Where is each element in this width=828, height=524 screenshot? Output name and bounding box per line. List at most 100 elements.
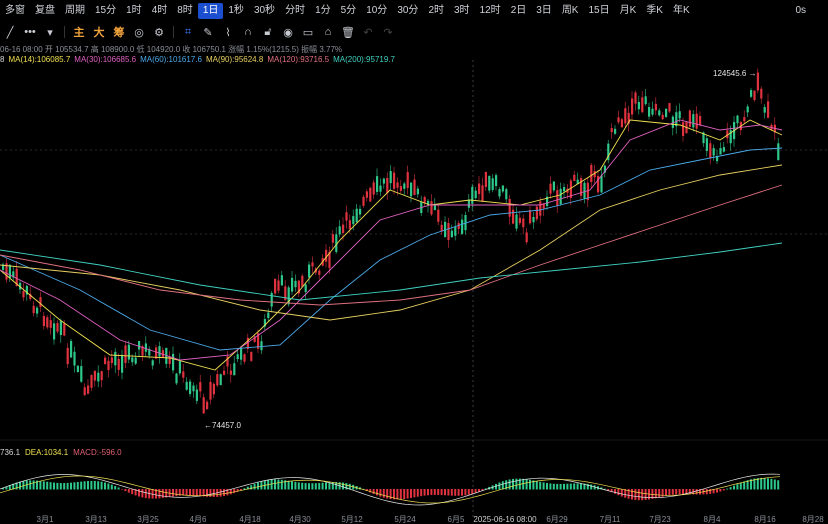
macd-bar: [185, 489, 188, 496]
candle-body: [240, 347, 243, 360]
candle-body: [233, 363, 236, 376]
macd-bar: [556, 483, 559, 490]
candle-body: [372, 182, 375, 195]
macd-bar: [668, 489, 671, 496]
macd-bar: [209, 489, 212, 497]
candle-body: [454, 227, 457, 236]
candle-body: [763, 107, 766, 113]
candle-body: [90, 375, 93, 388]
candle-body: [386, 177, 389, 194]
ma120-line: [0, 184, 783, 306]
macd-bar: [100, 481, 103, 490]
macd-bar: [515, 478, 518, 490]
macd-bar: [726, 488, 729, 490]
macd-bar: [294, 481, 297, 490]
macd-bar: [535, 481, 538, 490]
candle-body: [87, 385, 90, 394]
macd-bar: [121, 489, 123, 490]
candle-body: [678, 111, 681, 119]
macd-bar: [144, 489, 147, 499]
candle-body: [311, 262, 314, 267]
candle-body: [63, 323, 66, 336]
candle-body: [474, 190, 477, 199]
candle-body: [614, 128, 617, 134]
macd-bar: [542, 482, 545, 490]
macd-bar: [427, 489, 429, 496]
macd-bar: [260, 481, 263, 490]
candle-body: [505, 189, 508, 200]
candle-body: [138, 341, 141, 350]
macd-bar: [444, 489, 446, 496]
candle-body: [488, 176, 491, 191]
x-axis-label: 7月23: [649, 515, 671, 524]
candle-body: [498, 189, 501, 197]
candle-body: [308, 264, 311, 278]
macd-bar: [70, 482, 72, 490]
candle-body: [413, 179, 416, 195]
candle-body: [236, 354, 239, 360]
x-axis-label: 8月28: [802, 515, 824, 524]
candle-body: [461, 219, 464, 234]
candle-body: [756, 72, 759, 91]
candle-body: [559, 188, 562, 205]
x-axis-label: 4月30: [289, 515, 311, 524]
candle-body: [345, 212, 348, 221]
candle-body: [110, 357, 113, 364]
candle-body: [661, 114, 664, 120]
candle-body: [46, 317, 49, 328]
macd-bar: [709, 489, 712, 494]
candle-body: [172, 353, 175, 371]
x-axis-label: 2025-06-16 08:00: [473, 515, 537, 524]
macd-bar: [569, 483, 572, 490]
candle-body: [219, 374, 222, 386]
candle-body: [590, 164, 593, 183]
macd-bar: [46, 481, 49, 490]
candle-body: [114, 351, 117, 366]
candle-body: [743, 117, 746, 122]
macd-bar: [430, 489, 433, 496]
candle-body: [753, 90, 756, 101]
candle-body: [209, 381, 212, 400]
candle-body: [651, 108, 654, 115]
candle-body: [722, 147, 725, 152]
macd-bar: [32, 480, 35, 490]
macd-bar: [763, 478, 766, 490]
macd-bar: [634, 489, 637, 500]
macd-bar: [739, 482, 742, 490]
macd-bar: [376, 489, 378, 496]
candle-body: [348, 220, 351, 230]
candle-body: [260, 341, 263, 351]
candle-body: [750, 90, 753, 97]
candle-body: [369, 187, 372, 202]
macd-bar: [76, 481, 79, 490]
candle-body: [522, 218, 525, 228]
macd-bar: [318, 483, 321, 490]
candle-body: [318, 270, 321, 275]
macd-bar: [325, 482, 327, 490]
candle-body: [250, 351, 253, 361]
candle-body: [124, 345, 127, 363]
candle-body: [294, 280, 297, 288]
candle-body: [73, 351, 76, 366]
candle-body: [100, 371, 103, 381]
candle-body: [382, 178, 385, 184]
candle-body: [134, 357, 137, 364]
macd-bar: [590, 484, 593, 490]
candlestick-chart[interactable]: 3月1 3月13 3月25 4月6 4月18 4月30 5月12 5月24 6月5 2025-06…: [0, 0, 828, 524]
macd-bar: [39, 480, 42, 490]
macd-bar: [297, 482, 300, 490]
macd-bar: [658, 489, 661, 498]
macd-bar: [161, 489, 164, 498]
macd-value-1: DEA:1034.1: [25, 448, 69, 457]
candle-body: [631, 98, 634, 115]
macd-bar: [450, 489, 453, 496]
macd-bar: [770, 478, 773, 490]
candle-body: [535, 206, 538, 220]
candle-body: [583, 182, 586, 199]
x-axis-label: 3月13: [85, 515, 107, 524]
macd-bar: [63, 483, 66, 490]
candle-body: [182, 371, 185, 378]
macd-bar: [172, 489, 174, 497]
candle-body: [178, 361, 181, 374]
macd-bar: [49, 482, 52, 490]
